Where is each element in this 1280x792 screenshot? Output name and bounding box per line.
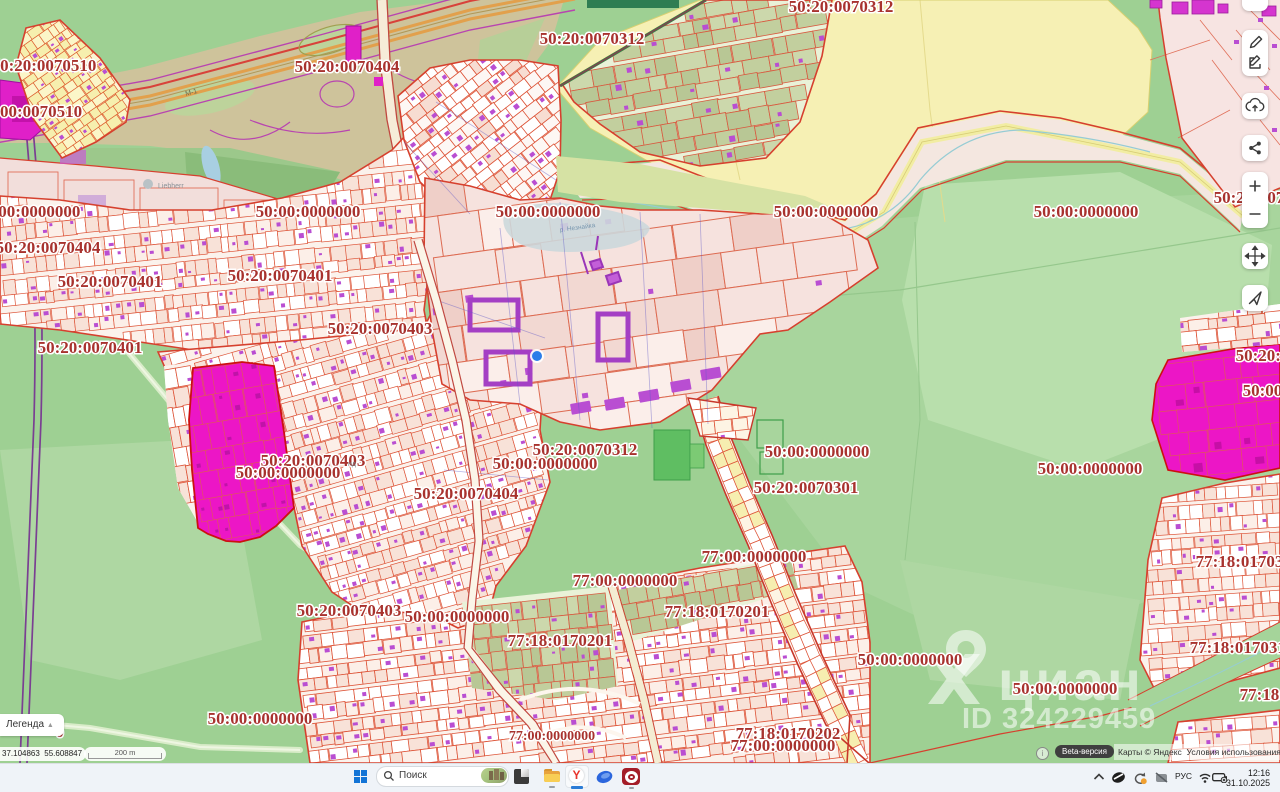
svg-text:77:18:0170314: 77:18:0170314 xyxy=(1196,552,1280,571)
svg-text:50:00:0000000: 50:00:0000000 xyxy=(774,202,879,221)
svg-text:50:20:0070401: 50:20:0070401 xyxy=(58,272,163,291)
svg-text:50:20:0070312: 50:20:0070312 xyxy=(789,0,894,16)
svg-text:77:18:0170202: 77:18:0170202 xyxy=(1240,685,1280,704)
svg-text:50:20:0070404: 50:20:0070404 xyxy=(0,238,101,257)
svg-text:50:20:0070312: 50:20:0070312 xyxy=(540,29,645,48)
svg-text:50:00:0000000: 50:00:0000000 xyxy=(0,202,80,221)
svg-text:77:18:0170201: 77:18:0170201 xyxy=(508,631,613,650)
svg-text:50:20:0070404: 50:20:0070404 xyxy=(295,57,400,76)
svg-text:50:20:0070510: 50:20:0070510 xyxy=(0,56,96,75)
svg-text:50:00:0000000: 50:00:0000000 xyxy=(236,463,341,482)
svg-text:50:00:0000000: 50:00:0000000 xyxy=(1243,381,1280,400)
svg-text:77:00:0000000: 77:00:0000000 xyxy=(731,736,836,755)
svg-text:50:00:0000000: 50:00:0000000 xyxy=(1034,202,1139,221)
svg-text:77:00:0000000: 77:00:0000000 xyxy=(702,547,807,566)
svg-text:50:20:0070403: 50:20:0070403 xyxy=(297,601,402,620)
svg-text:50:00:0000000: 50:00:0000000 xyxy=(1013,679,1118,698)
svg-text:50:00:0000000: 50:00:0000000 xyxy=(858,650,963,669)
svg-text:50:20:0070403: 50:20:0070403 xyxy=(328,319,433,338)
svg-text:50:00:0000000: 50:00:0000000 xyxy=(496,202,601,221)
svg-text:77:00:0000000: 77:00:0000000 xyxy=(509,729,595,744)
svg-text:нд: нд xyxy=(348,461,356,468)
svg-text:00:0070510: 00:0070510 xyxy=(0,102,82,121)
svg-text:50:20:0070301: 50:20:0070301 xyxy=(754,478,859,497)
svg-text:50:20:0070404: 50:20:0070404 xyxy=(414,484,519,503)
svg-text:50:00:0000000: 50:00:0000000 xyxy=(405,607,510,626)
svg-text:77:00:0000000: 77:00:0000000 xyxy=(573,571,678,590)
svg-text:50:00:0000000: 50:00:0000000 xyxy=(1038,459,1143,478)
svg-text:50:20:0070401: 50:20:0070401 xyxy=(228,266,333,285)
svg-text:ID 324229459: ID 324229459 xyxy=(962,703,1156,735)
svg-text:50:00:0000000: 50:00:0000000 xyxy=(256,202,361,221)
svg-text:50:20:0070314: 50:20:0070314 xyxy=(1236,346,1280,365)
svg-text:50:00:0000000: 50:00:0000000 xyxy=(493,454,598,473)
svg-text:50:00:0000000: 50:00:0000000 xyxy=(765,442,870,461)
svg-text:77:18:0170314: 77:18:0170314 xyxy=(1190,638,1280,657)
svg-text:50:00:0000000: 50:00:0000000 xyxy=(208,709,313,728)
svg-text:77:18:0170201: 77:18:0170201 xyxy=(665,602,770,621)
svg-text:Liebherr: Liebherr xyxy=(158,183,184,190)
svg-text:50:20:0070401: 50:20:0070401 xyxy=(38,338,143,357)
